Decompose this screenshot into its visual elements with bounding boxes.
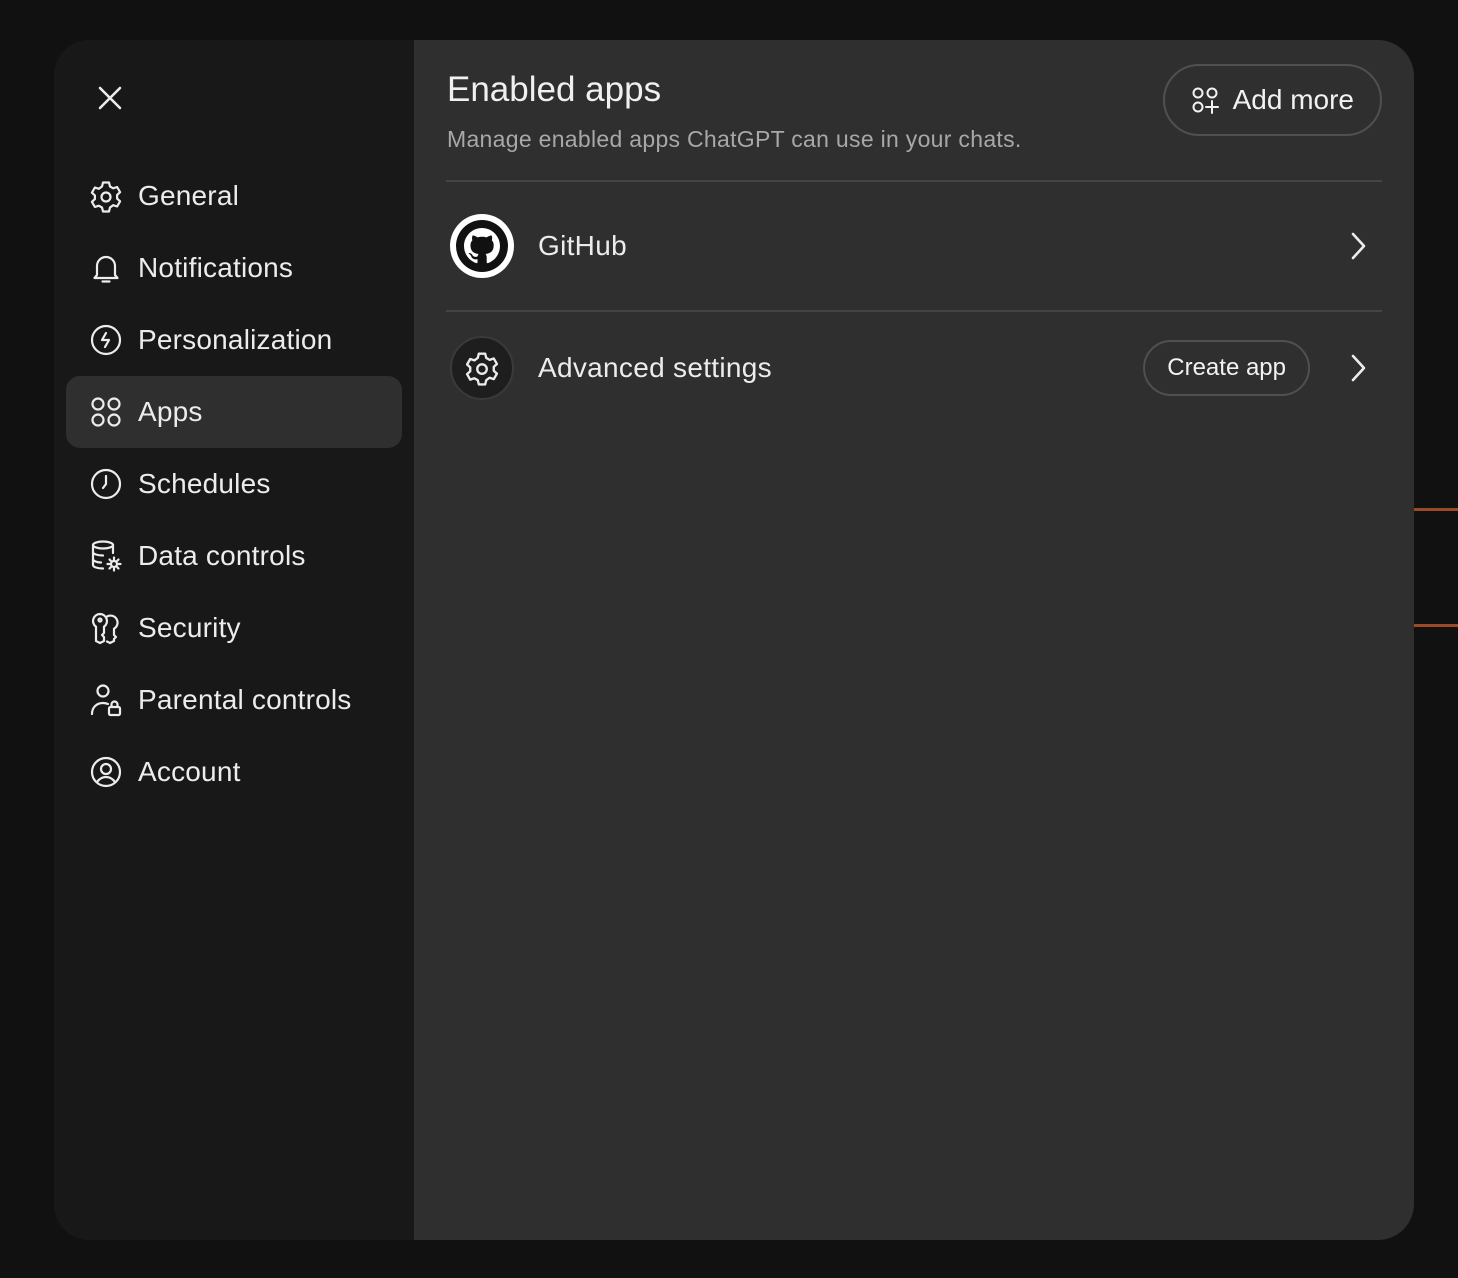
personalization-icon xyxy=(88,322,124,358)
close-icon xyxy=(96,84,124,112)
sidebar-item-label: Notifications xyxy=(138,252,294,283)
sidebar-item-label: Account xyxy=(138,756,241,787)
sidebar-item-personalization[interactable]: Personalization xyxy=(66,304,402,376)
create-app-button[interactable]: Create app xyxy=(1143,340,1310,396)
gear-icon xyxy=(88,178,124,214)
person-lock-icon xyxy=(88,682,124,718)
settings-nav: General Notifications Personalization Ap… xyxy=(66,160,402,808)
close-button[interactable] xyxy=(90,78,130,118)
sidebar-item-general[interactable]: General xyxy=(66,160,402,232)
app-row-github[interactable]: GitHub xyxy=(446,182,1382,310)
sidebar-item-data-controls[interactable]: Data controls xyxy=(66,520,402,592)
chevron-right-icon xyxy=(1346,228,1370,264)
sidebar-item-schedules[interactable]: Schedules xyxy=(66,448,402,520)
clock-icon xyxy=(88,466,124,502)
page-title: Enabled apps xyxy=(447,70,662,109)
sidebar-item-account[interactable]: Account xyxy=(66,736,402,808)
add-more-button[interactable]: Add more xyxy=(1162,64,1382,136)
sidebar-item-label: Parental controls xyxy=(138,684,352,715)
settings-sidebar: General Notifications Personalization Ap… xyxy=(54,40,414,1240)
chevron-right-icon xyxy=(1346,350,1370,386)
user-circle-icon xyxy=(88,754,124,790)
sidebar-item-label: Personalization xyxy=(138,324,333,355)
bell-icon xyxy=(88,250,124,286)
apps-grid-icon xyxy=(88,394,124,430)
app-name: GitHub xyxy=(538,230,627,261)
sidebar-item-label: General xyxy=(138,180,240,211)
database-gear-icon xyxy=(88,538,124,574)
gear-icon xyxy=(450,336,514,400)
advanced-settings-row[interactable]: Advanced settings Create app xyxy=(446,304,1382,432)
sidebar-item-label: Security xyxy=(138,612,241,643)
sidebar-item-parental-controls[interactable]: Parental controls xyxy=(66,664,402,736)
page-subtitle: Manage enabled apps ChatGPT can use in y… xyxy=(447,126,1022,152)
sidebar-item-label: Apps xyxy=(138,396,203,427)
sidebar-item-label: Schedules xyxy=(138,468,271,499)
sidebar-item-label: Data controls xyxy=(138,540,306,571)
github-icon xyxy=(450,214,514,278)
sidebar-item-apps[interactable]: Apps xyxy=(66,376,402,448)
sidebar-item-notifications[interactable]: Notifications xyxy=(66,232,402,304)
apps-add-icon xyxy=(1191,86,1219,114)
advanced-settings-label: Advanced settings xyxy=(538,352,772,383)
keys-icon xyxy=(88,610,124,646)
sidebar-item-security[interactable]: Security xyxy=(66,592,402,664)
add-more-label: Add more xyxy=(1232,84,1354,115)
settings-modal: General Notifications Personalization Ap… xyxy=(54,40,1414,1240)
apps-panel: Enabled apps Manage enabled apps ChatGPT… xyxy=(414,40,1414,1240)
